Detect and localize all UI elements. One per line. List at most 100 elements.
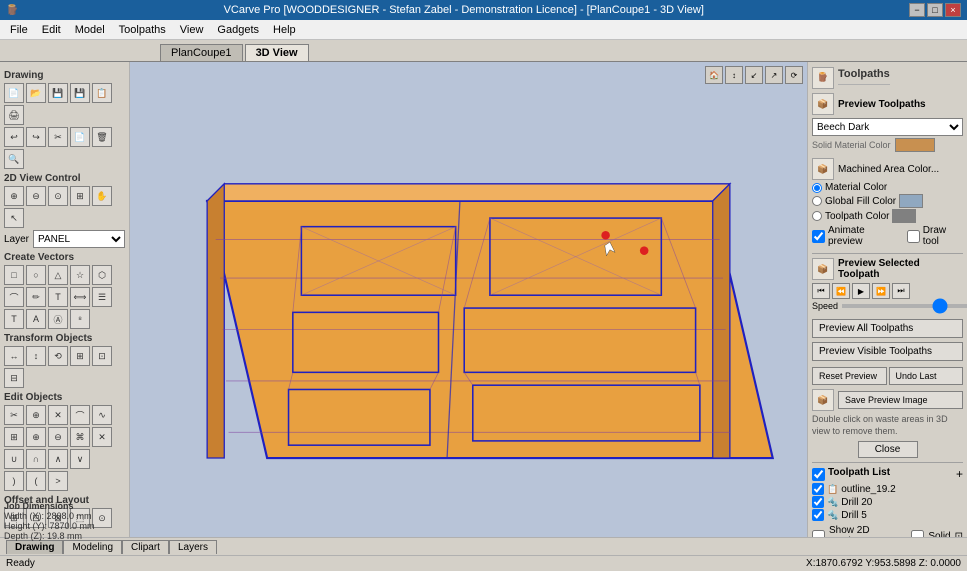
play-play[interactable]: ▶ (852, 283, 870, 299)
tb-text[interactable]: T (48, 287, 68, 307)
tab-clipart[interactable]: Clipart (122, 540, 169, 554)
maximize-button[interactable]: □ (927, 3, 943, 17)
play-end[interactable]: ⏭ (892, 283, 910, 299)
tb-group[interactable]: ⊡ (92, 346, 112, 366)
show-2d-checkbox[interactable] (812, 530, 825, 537)
3d-viewport[interactable]: 🏠 ↕ ↙ ↗ ⟳ (130, 62, 807, 537)
tb-undo[interactable]: ↩ (4, 127, 24, 147)
tb-subtract[interactable]: ∧ (48, 449, 68, 469)
material-color-swatch[interactable] (895, 138, 935, 152)
solid-checkbox[interactable] (911, 530, 924, 537)
tab-drawing[interactable]: Drawing (6, 540, 63, 554)
tb-dims[interactable]: ⟺ (70, 287, 90, 307)
tb-mirror-h[interactable]: ↔ (4, 346, 24, 366)
play-next[interactable]: ⏩ (872, 283, 890, 299)
draw-tool-checkbox[interactable] (907, 230, 920, 243)
tb-bezier[interactable]: ✏ (26, 287, 46, 307)
tb-align[interactable]: ⊞ (70, 346, 90, 366)
menu-edit[interactable]: Edit (36, 22, 67, 38)
preview-all-button[interactable]: Preview All Toolpaths (812, 319, 963, 338)
tb-extend[interactable]: ✕ (92, 427, 112, 447)
tb-triangle[interactable]: △ (48, 265, 68, 285)
animate-preview-checkbox[interactable] (812, 230, 825, 243)
toolpath-color-radio[interactable] (812, 211, 822, 221)
tb-zoom-in[interactable]: ⊕ (4, 186, 24, 206)
tb-union[interactable]: ∪ (4, 449, 24, 469)
tb-print[interactable]: 🖨 (4, 105, 24, 125)
tp-drill20-checkbox[interactable] (812, 496, 824, 508)
menu-toolpaths[interactable]: Toolpaths (113, 22, 172, 38)
material-select[interactable]: Beech Dark Oak Pine MDF (812, 118, 963, 136)
tb-spiraltext[interactable]: Ⓐ (48, 309, 68, 329)
tp-outline-checkbox[interactable] (812, 483, 824, 495)
minimize-button[interactable]: − (909, 3, 925, 17)
vp-rotate-left[interactable]: ↙ (745, 66, 763, 84)
material-color-radio[interactable] (812, 183, 822, 193)
menu-model[interactable]: Model (69, 22, 111, 38)
tb-rotate[interactable]: ⟲ (48, 346, 68, 366)
tp-drill5-checkbox[interactable] (812, 509, 824, 521)
global-fill-radio[interactable] (812, 196, 822, 206)
menu-gadgets[interactable]: Gadgets (211, 22, 265, 38)
tb-warp[interactable]: ⁸ (70, 309, 90, 329)
tb-saveas[interactable]: 💾 (70, 83, 90, 103)
tb-open[interactable]: 📂 (26, 83, 46, 103)
tb-save[interactable]: 💾 (48, 83, 68, 103)
tb-poly[interactable]: ⬡ (92, 265, 112, 285)
tb-star[interactable]: ☆ (70, 265, 90, 285)
play-rewind[interactable]: ⏮ (812, 283, 830, 299)
tb-arc[interactable]: ⌒ (4, 287, 24, 307)
menu-help[interactable]: Help (267, 22, 302, 38)
tb-trim[interactable]: ✕ (48, 405, 68, 425)
toolpath-color-swatch[interactable] (892, 209, 916, 223)
tb-circle[interactable]: ○ (26, 265, 46, 285)
tb-rect[interactable]: □ (4, 265, 24, 285)
preview-visible-button[interactable]: Preview Visible Toolpaths (812, 342, 963, 361)
tb-mirror-v[interactable]: ↕ (26, 346, 46, 366)
tab-layers[interactable]: Layers (169, 540, 217, 554)
tb-array[interactable]: ⊟ (4, 368, 24, 388)
tb-weld[interactable]: ⊕ (26, 405, 46, 425)
tb-close[interactable]: ⊕ (26, 427, 46, 447)
tb-open-vec[interactable]: ⊖ (48, 427, 68, 447)
vp-reset[interactable]: ⟳ (785, 66, 803, 84)
tab-3dview[interactable]: 3D View (245, 44, 309, 61)
tb-intersect[interactable]: ∩ (26, 449, 46, 469)
menu-view[interactable]: View (174, 22, 210, 38)
tb-cut[interactable]: ✂ (48, 127, 68, 147)
tb-new[interactable]: 📄 (4, 83, 24, 103)
tb-copy[interactable]: 📄 (70, 127, 90, 147)
tb-zoom[interactable]: 🔍 (4, 149, 24, 169)
tb-select[interactable]: ↖ (4, 208, 24, 228)
tb-paste[interactable]: 📋 (92, 83, 112, 103)
tb-zoom-fit[interactable]: ⊙ (48, 186, 68, 206)
tb-delete[interactable]: 🗑 (92, 127, 112, 147)
close-button[interactable]: × (945, 3, 961, 17)
tb-smooth[interactable]: ∿ (92, 405, 112, 425)
tb-table[interactable]: ☰ (92, 287, 112, 307)
tb-fit[interactable]: ⌘ (70, 427, 90, 447)
tb-node-edit[interactable]: ✂ (4, 405, 24, 425)
vp-pan[interactable]: ↕ (725, 66, 743, 84)
vp-home[interactable]: 🏠 (705, 66, 723, 84)
tb-offset-inner[interactable]: ( (26, 471, 46, 491)
tab-modeling[interactable]: Modeling (63, 540, 122, 554)
tb-redo[interactable]: ↪ (26, 127, 46, 147)
tb-fillet[interactable]: ⌒ (70, 405, 90, 425)
layer-select[interactable]: PANEL (33, 230, 125, 248)
tb-arc2[interactable]: A (26, 309, 46, 329)
tb-offset-outer[interactable]: ) (4, 471, 24, 491)
tb-zoom-out[interactable]: ⊖ (26, 186, 46, 206)
toolpath-list-checkbox[interactable] (812, 468, 825, 481)
tb-repeat[interactable]: ⊙ (92, 508, 112, 528)
vp-rotate-right[interactable]: ↗ (765, 66, 783, 84)
menu-file[interactable]: File (4, 22, 34, 38)
tb-text2[interactable]: T (4, 309, 24, 329)
tb-xor[interactable]: ∨ (70, 449, 90, 469)
tab-plancoupe[interactable]: PlanCoupe1 (160, 44, 243, 61)
play-prev[interactable]: ⏪ (832, 283, 850, 299)
toolpath-add-icon[interactable]: + (956, 467, 963, 481)
undo-last-button[interactable]: Undo Last (889, 367, 964, 385)
global-fill-swatch[interactable] (899, 194, 923, 208)
tb-pan[interactable]: ✋ (92, 186, 112, 206)
